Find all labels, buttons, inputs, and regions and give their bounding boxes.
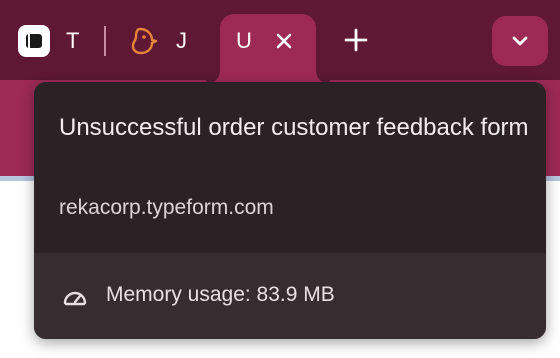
tab-title: U bbox=[236, 28, 252, 53]
bird-logo-icon bbox=[128, 25, 160, 57]
close-icon[interactable] bbox=[274, 31, 294, 51]
intercom-logo-icon bbox=[18, 25, 50, 57]
tab-title: T bbox=[66, 28, 80, 53]
tab-search-button[interactable] bbox=[492, 16, 548, 66]
new-tab-button[interactable] bbox=[340, 24, 372, 56]
plus-icon bbox=[344, 28, 368, 52]
chevron-down-icon bbox=[510, 31, 530, 51]
tab-active[interactable]: U bbox=[206, 14, 330, 84]
tab-2[interactable]: J bbox=[128, 16, 198, 66]
tab-title: J bbox=[176, 28, 187, 53]
hover-card-domain: rekacorp.typeform.com bbox=[59, 196, 274, 219]
browser-window: T J U Unsuccessful order customer feedba… bbox=[0, 0, 560, 358]
tab-separator bbox=[104, 26, 106, 56]
hover-card-title: Unsuccessful order customer feedback for… bbox=[59, 114, 529, 141]
memory-usage-label: Memory usage: 83.9 MB bbox=[106, 283, 335, 306]
tab-1[interactable]: T bbox=[18, 16, 86, 66]
hover-card-footer: Memory usage: 83.9 MB bbox=[34, 253, 546, 339]
tab-hover-card: Unsuccessful order customer feedback for… bbox=[34, 82, 546, 339]
speedometer-icon bbox=[61, 283, 89, 311]
